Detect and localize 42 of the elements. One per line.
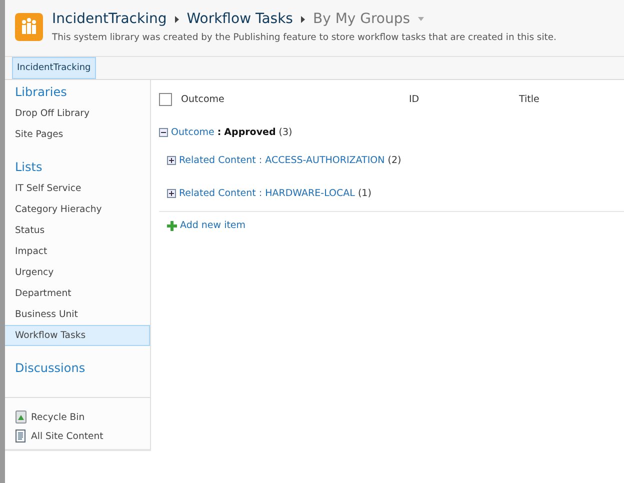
nav-item[interactable]: Impact [5,241,150,262]
subgroup-count: (2) [388,155,402,166]
add-item-link[interactable]: Add new item [180,220,246,231]
group-separator: : [217,127,222,138]
column-header[interactable]: Outcome [181,94,224,104]
nav-item[interactable]: Department [5,283,150,304]
expand-icon[interactable] [167,189,176,198]
nav-item[interactable]: Urgency [5,262,150,283]
nav-item[interactable]: Workflow Tasks [5,325,150,346]
library-description: This system library was created by the Publishing feature to store workflow tasks that are created in this site. [52,32,556,43]
subgroup-link[interactable]: Related Content : ACCESS-AUTHORIZATION [179,155,385,166]
nav-item[interactable]: Category Hierachy [5,199,150,220]
subgroup-count: (1) [358,188,372,199]
select-all-checkbox[interactable] [159,92,172,106]
nav-heading[interactable]: Libraries [5,80,150,103]
plus-icon[interactable] [167,220,177,230]
expand-icon[interactable] [167,156,176,165]
site-logo-icon [15,13,43,41]
nav-heading[interactable]: Discussions [5,346,150,379]
view-selector[interactable]: By My Groups [312,11,410,27]
chevron-icon [300,16,305,22]
nav-item[interactable]: Site Pages [5,124,150,145]
subgroup-link[interactable]: Related Content : HARDWARE-LOCAL [179,188,355,199]
breadcrumb-link[interactable]: IncidentTracking [52,11,167,27]
breadcrumb-link[interactable]: Workflow Tasks [186,11,293,27]
group-count: (3) [278,127,292,138]
nav-item[interactable]: Status [5,220,150,241]
collapse-icon[interactable] [159,128,168,137]
group-value: Approved [224,127,276,138]
group-field-link[interactable]: Outcome [171,127,214,138]
document-icon [15,429,27,443]
nav-link[interactable]: Recycle Bin [31,412,85,422]
recycle-bin-icon [15,410,27,424]
chevron-icon [174,16,179,22]
nav-item[interactable]: Business Unit [5,304,150,325]
column-header[interactable]: Title [519,94,540,104]
top-nav-tab[interactable]: IncidentTracking [12,57,96,79]
nav-item[interactable]: Drop Off Library [5,103,150,124]
nav-link[interactable]: All Site Content [31,430,104,442]
column-header[interactable]: ID [409,94,420,104]
nav-heading[interactable]: Lists [5,145,150,178]
nav-item[interactable]: IT Self Service [5,178,150,199]
